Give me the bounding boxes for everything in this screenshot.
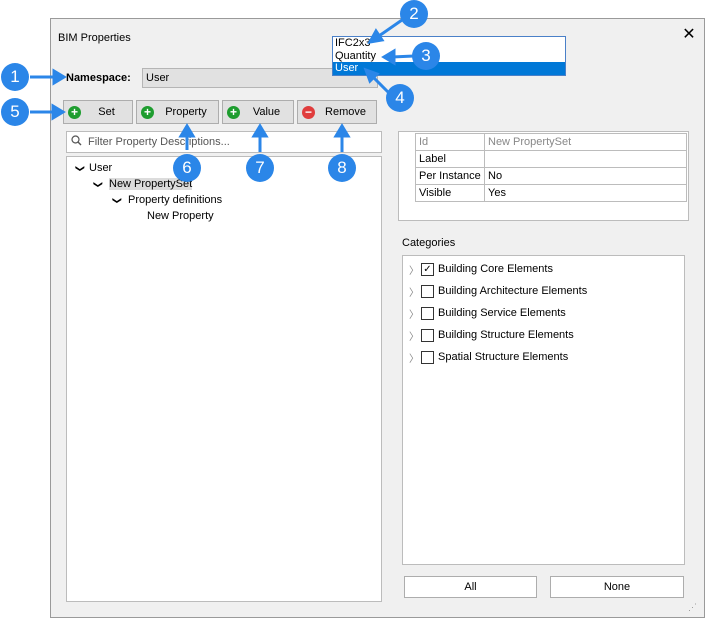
callout-badge: 2 bbox=[400, 0, 428, 28]
callout-arrows bbox=[30, 18, 415, 152]
callout-badge: 6 bbox=[173, 154, 201, 182]
callout-badge: 1 bbox=[1, 63, 29, 91]
callout-badge: 8 bbox=[328, 154, 356, 182]
callout-badge: 7 bbox=[246, 154, 274, 182]
callout-badge: 5 bbox=[1, 98, 29, 126]
callout-badge: 3 bbox=[412, 42, 440, 70]
callout-badge: 4 bbox=[386, 84, 414, 112]
